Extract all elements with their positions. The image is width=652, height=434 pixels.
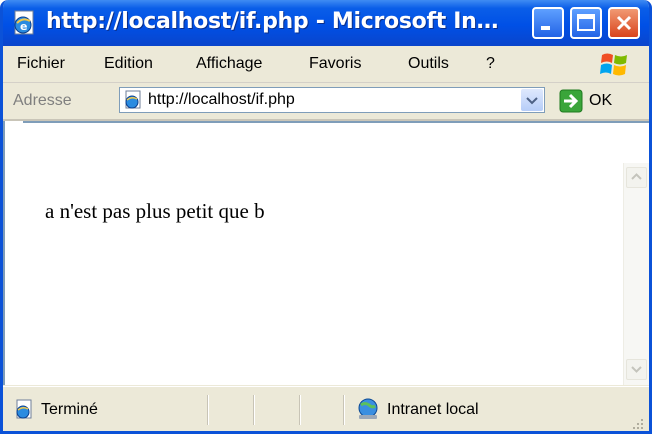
minimize-icon <box>541 26 550 30</box>
maximize-button[interactable] <box>570 7 602 39</box>
ie-page-icon <box>125 90 141 109</box>
intranet-globe-icon <box>358 398 378 419</box>
go-arrow-icon[interactable] <box>559 89 583 113</box>
address-url[interactable]: http://localhost/if.php <box>148 91 295 109</box>
security-zone-text: Intranet local <box>387 401 479 418</box>
maximize-icon <box>577 14 595 31</box>
resize-grip-icon[interactable] <box>631 417 645 431</box>
address-bar: Adresse http://localhost/if.php OK <box>3 83 649 121</box>
ie-page-icon <box>16 399 32 419</box>
browser-window: e http://localhost/if.php - Microsoft In… <box>0 0 652 434</box>
address-field[interactable]: http://localhost/if.php <box>119 87 545 113</box>
chevron-down-icon <box>526 97 538 105</box>
menu-bar: Fichier Edition Affichage Favoris Outils… <box>3 46 649 83</box>
status-bar: Terminé Intranet local <box>3 386 649 431</box>
menu-edition[interactable]: Edition <box>104 55 153 73</box>
menu-favoris[interactable]: Favoris <box>309 55 361 73</box>
ie-page-icon: e <box>14 10 34 35</box>
windows-logo-icon <box>600 53 627 76</box>
status-separator <box>253 395 255 425</box>
close-icon <box>616 15 632 31</box>
go-button-label[interactable]: OK <box>589 92 612 110</box>
svg-text:e: e <box>20 20 27 33</box>
status-separator <box>207 395 209 425</box>
menu-fichier[interactable]: Fichier <box>17 55 65 73</box>
page-text: a n'est pas plus petit que b <box>45 199 265 223</box>
address-label: Adresse <box>13 92 72 109</box>
menu-help[interactable]: ? <box>486 55 495 73</box>
scroll-down-button[interactable] <box>626 359 647 380</box>
minimize-button[interactable] <box>532 7 564 39</box>
page-viewport <box>3 121 649 169</box>
vertical-scrollbar[interactable] <box>623 163 649 385</box>
menu-outils[interactable]: Outils <box>408 55 449 73</box>
chevron-up-icon <box>631 173 642 180</box>
close-button[interactable] <box>608 7 640 39</box>
status-text: Terminé <box>41 401 98 418</box>
chevron-down-icon <box>631 366 642 373</box>
menu-affichage[interactable]: Affichage <box>196 55 262 73</box>
scroll-up-button[interactable] <box>626 167 647 188</box>
status-separator <box>299 395 301 425</box>
title-bar[interactable]: e http://localhost/if.php - Microsoft In… <box>3 0 649 46</box>
status-separator <box>343 395 345 425</box>
viewport-left-edge <box>3 121 23 385</box>
window-title: http://localhost/if.php - Microsoft In… <box>46 9 499 34</box>
address-dropdown-button[interactable] <box>521 89 543 111</box>
